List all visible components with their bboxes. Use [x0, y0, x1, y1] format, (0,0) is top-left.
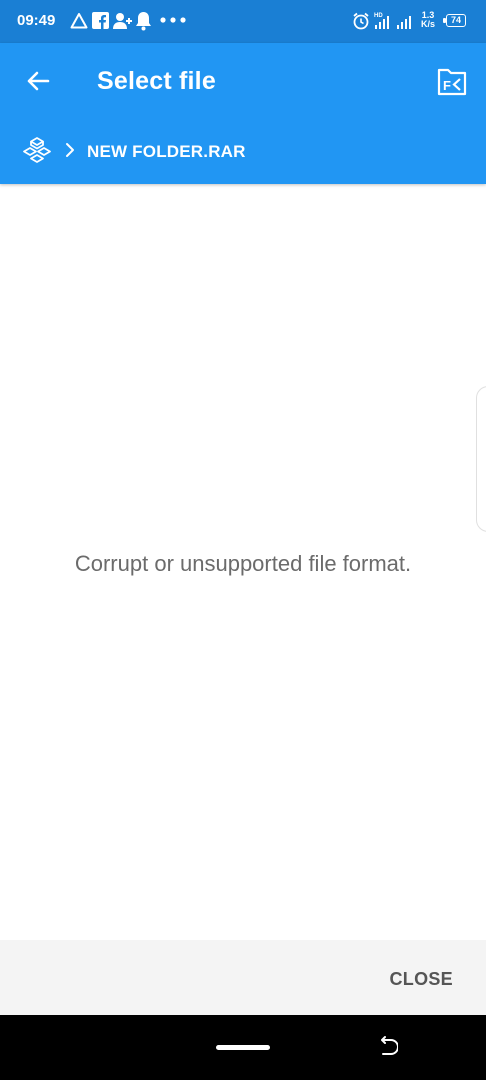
add-contact-icon	[113, 13, 132, 29]
alarm-clock-icon	[353, 12, 369, 30]
more-notifications-icon	[160, 17, 186, 23]
navigation-bar	[0, 1015, 486, 1080]
breadcrumb-root-icon[interactable]	[22, 135, 52, 165]
chevron-right-icon	[66, 143, 74, 157]
close-button[interactable]: CLOSE	[389, 969, 453, 990]
facebook-icon	[92, 12, 109, 29]
notification-bell-icon	[136, 12, 151, 31]
battery-level: 74	[446, 14, 466, 27]
home-gesture-bar[interactable]	[216, 1045, 270, 1050]
app-bar: Select file F NEW FOLDER.RAR	[0, 43, 486, 184]
action-bar: CLOSE	[0, 940, 486, 1015]
svg-text:F: F	[443, 78, 451, 93]
signal-strength-icon: HD	[374, 13, 411, 29]
network-speed: 1.3 K/s	[421, 10, 436, 29]
svg-text:HD: HD	[374, 13, 383, 19]
file-commander-icon[interactable]: F	[436, 65, 468, 97]
page-title: Select file	[97, 67, 216, 95]
breadcrumb-item-current[interactable]: NEW FOLDER.RAR	[87, 142, 246, 162]
nav-back-icon[interactable]	[374, 1035, 398, 1059]
error-message: Corrupt or unsupported file format.	[74, 551, 412, 576]
edge-panel-handle[interactable]	[476, 386, 486, 532]
status-bar: 09:49 HD 1.3 K/s 74	[0, 0, 486, 43]
warning-triangle-icon	[70, 13, 88, 29]
back-arrow-icon[interactable]	[22, 65, 54, 97]
status-time: 09:49	[17, 12, 56, 29]
